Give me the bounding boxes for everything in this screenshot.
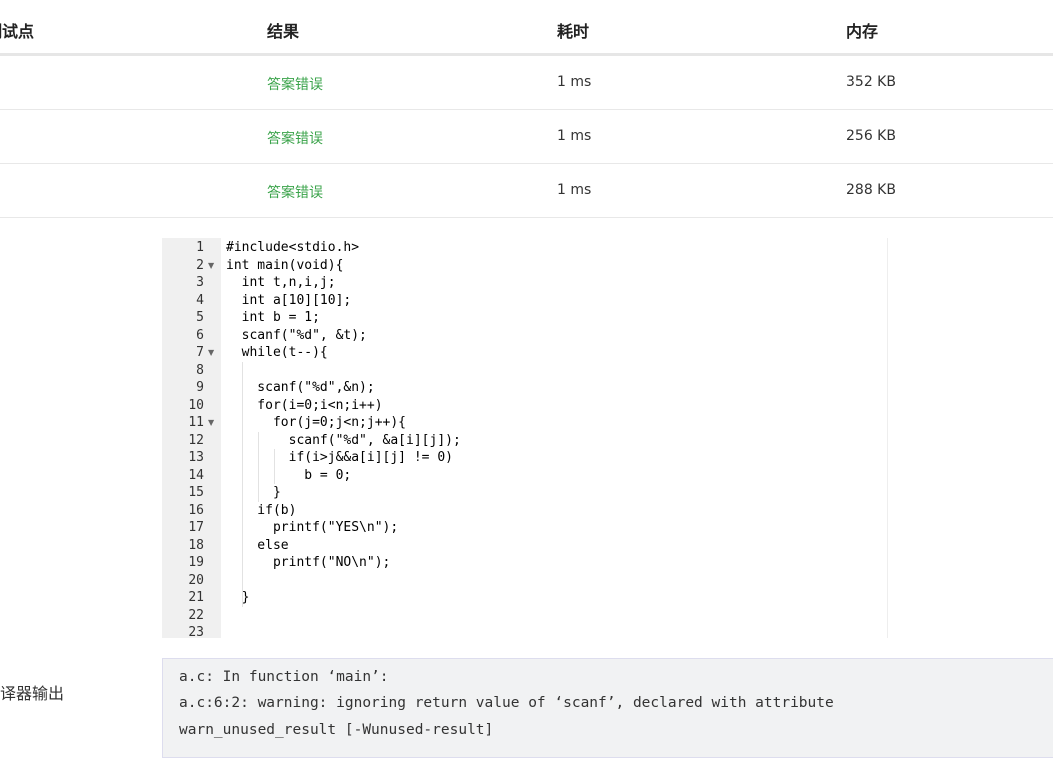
line-number: 7: [196, 345, 204, 360]
header-memory: 内存: [846, 22, 879, 41]
line-number: 20: [188, 572, 204, 588]
line-number: 23: [188, 625, 204, 640]
header-test-point: 测试点: [0, 22, 35, 41]
compiler-output-box: a.c: In function ‘main’: a.c:6:2: warnin…: [162, 658, 1053, 758]
line-number: 3: [196, 275, 204, 290]
code-line: for(i=0;i<n;i++): [226, 397, 383, 413]
code-line: }: [226, 590, 250, 605]
cell-memory: 256 KB: [846, 128, 896, 144]
line-number: 18: [188, 537, 204, 553]
table-row: 答案错误 1 ms 352 KB: [0, 56, 1053, 110]
code-line: scanf("%d",&n);: [226, 380, 375, 395]
cell-memory: 352 KB: [846, 74, 896, 90]
line-number: 11: [188, 415, 204, 430]
line-number: 14: [188, 467, 204, 483]
table-row: 答案错误 1 ms 256 KB: [0, 110, 1053, 164]
code-line: printf("YES\n");: [226, 520, 399, 535]
code-line: else: [226, 537, 289, 553]
line-number: 1: [196, 240, 204, 255]
line-number: 5: [196, 310, 204, 325]
code-line: if(b): [226, 502, 297, 518]
line-number: 13: [188, 450, 204, 465]
line-number: 4: [196, 292, 204, 308]
cell-time: 1 ms: [557, 182, 592, 198]
code-line: int t,n,i,j;: [226, 275, 336, 290]
code-line: b = 0;: [226, 467, 352, 483]
cell-status: 答案错误: [267, 131, 323, 147]
line-number: 19: [188, 555, 204, 570]
fold-toggle-icon[interactable]: ▼: [208, 344, 214, 362]
indent-guide: [258, 431, 259, 502]
compiler-output-line: warn_unused_result [-Wunused-result]: [179, 722, 494, 738]
table-row: 答案错误 1 ms 288 KB: [0, 164, 1053, 218]
code-line: }: [226, 485, 281, 500]
code-line: if(i>j&&a[i][j] != 0): [226, 450, 453, 465]
cell-status: 答案错误: [267, 185, 323, 201]
line-number: 16: [188, 502, 204, 518]
code-line: printf("NO\n");: [226, 555, 391, 570]
line-number: 17: [188, 520, 204, 535]
code-viewer[interactable]: 1 2 ▼ 3 4 5 6 7 ▼ 8 9 10 11 ▼ 12 13 14 15 16 17 18 19 20 21 22 23…: [162, 238, 888, 640]
line-number: 12: [188, 432, 204, 448]
line-number: 8: [196, 362, 204, 378]
code-line: int main(void){: [226, 257, 344, 273]
results-table: 测试点 结果 耗时 内存 答案错误 1 ms 352 KB 答案错误 1 ms …: [0, 0, 1053, 218]
line-number: 22: [188, 607, 204, 623]
compiler-output-line: a.c: In function ‘main’:: [179, 669, 389, 685]
code-line: scanf("%d", &a[i][j]);: [226, 432, 461, 448]
code-line: scanf("%d", &t);: [226, 327, 367, 343]
code-line: #include<stdio.h>: [226, 240, 360, 255]
indent-guide: [274, 449, 275, 484]
cell-memory: 288 KB: [846, 182, 896, 198]
fold-toggle-icon[interactable]: ▼: [208, 257, 214, 275]
line-number: 21: [188, 590, 204, 605]
compiler-output-line: a.c:6:2: warning: ignoring return value …: [179, 695, 834, 711]
header-result: 结果: [267, 22, 300, 41]
cell-time: 1 ms: [557, 74, 592, 90]
line-number: 6: [196, 327, 204, 343]
code-line: int a[10][10];: [226, 292, 352, 308]
compiler-output-label: 编译器输出: [0, 684, 65, 703]
code-line: while(t--){: [226, 345, 328, 360]
fold-toggle-icon[interactable]: ▼: [208, 414, 214, 432]
code-line: for(j=0;j<n;j++){: [226, 415, 407, 430]
code-line: int b = 1;: [226, 310, 320, 325]
table-header: 测试点 结果 耗时 内存: [0, 0, 1053, 56]
line-number: 9: [196, 380, 204, 395]
line-number: 15: [188, 485, 204, 500]
indent-guide: [242, 361, 243, 607]
line-number-gutter: 1 2 ▼ 3 4 5 6 7 ▼ 8 9 10 11 ▼ 12 13 14 15 16 17 18 19 20 21 22 23: [162, 238, 221, 640]
cell-status: 答案错误: [267, 77, 323, 93]
line-number: 10: [188, 397, 204, 413]
header-time: 耗时: [557, 22, 590, 41]
line-number: 2: [196, 257, 204, 273]
cell-time: 1 ms: [557, 128, 592, 144]
